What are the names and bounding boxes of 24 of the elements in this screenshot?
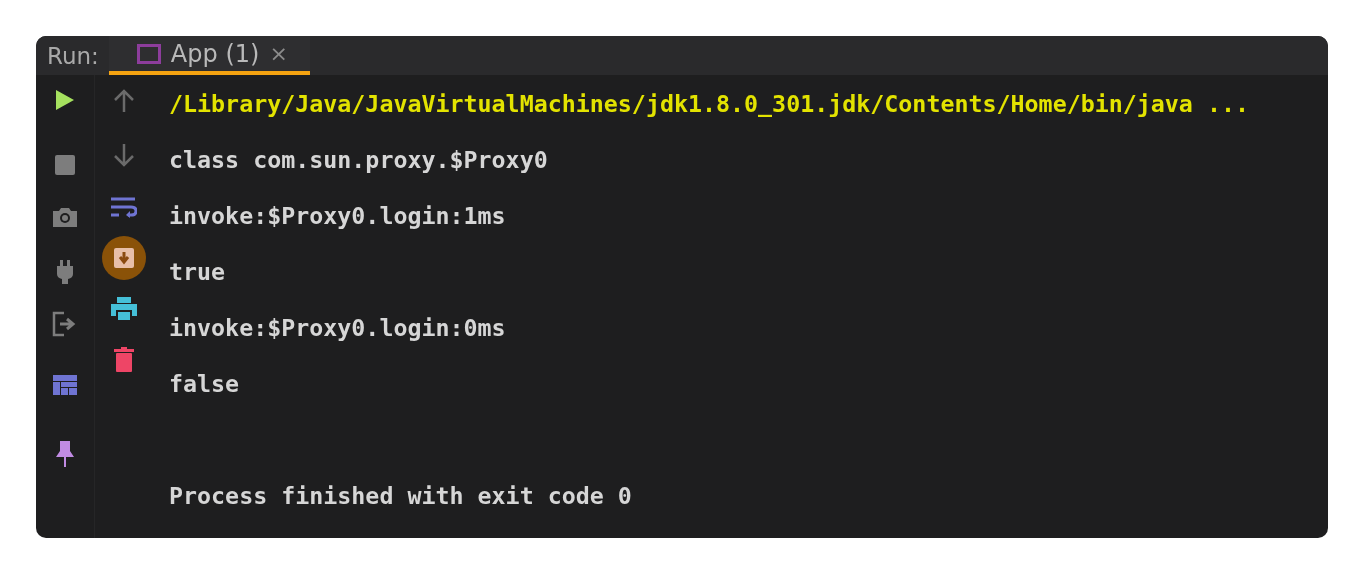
pin-icon[interactable] xyxy=(55,440,75,468)
run-label: Run: xyxy=(46,41,100,71)
trash-icon[interactable] xyxy=(114,347,134,373)
printer-icon[interactable] xyxy=(110,296,138,322)
stop-icon[interactable] xyxy=(54,154,76,176)
console-line: false xyxy=(169,370,241,399)
soft-wrap-icon[interactable] xyxy=(111,196,137,218)
arrow-up-icon[interactable] xyxy=(113,89,135,113)
scroll-to-end-icon[interactable] xyxy=(112,246,136,270)
console-line: Process finished with exit code 0 xyxy=(169,482,633,511)
console-line: class com.sun.proxy.$Proxy0 xyxy=(169,146,549,175)
console-line: invoke:$Proxy0.login:1ms xyxy=(169,202,507,231)
arrow-down-icon[interactable] xyxy=(113,143,135,167)
run-icon[interactable] xyxy=(55,89,75,111)
console-line: invoke:$Proxy0.login:0ms xyxy=(169,314,507,343)
window-icon xyxy=(136,43,161,64)
plug-icon[interactable] xyxy=(56,259,74,285)
console-line: true xyxy=(169,258,227,287)
close-icon[interactable]: × xyxy=(269,41,288,66)
run-tab[interactable]: App (1) × xyxy=(108,36,310,75)
command-line: /Library/Java/JavaVirtualMachines/jdk1.8.0_301.jdk/Contents/Home/bin/java ... xyxy=(169,90,1249,119)
camera-icon[interactable] xyxy=(52,206,78,228)
layout-icon[interactable] xyxy=(53,375,77,395)
exit-icon[interactable] xyxy=(52,311,78,337)
